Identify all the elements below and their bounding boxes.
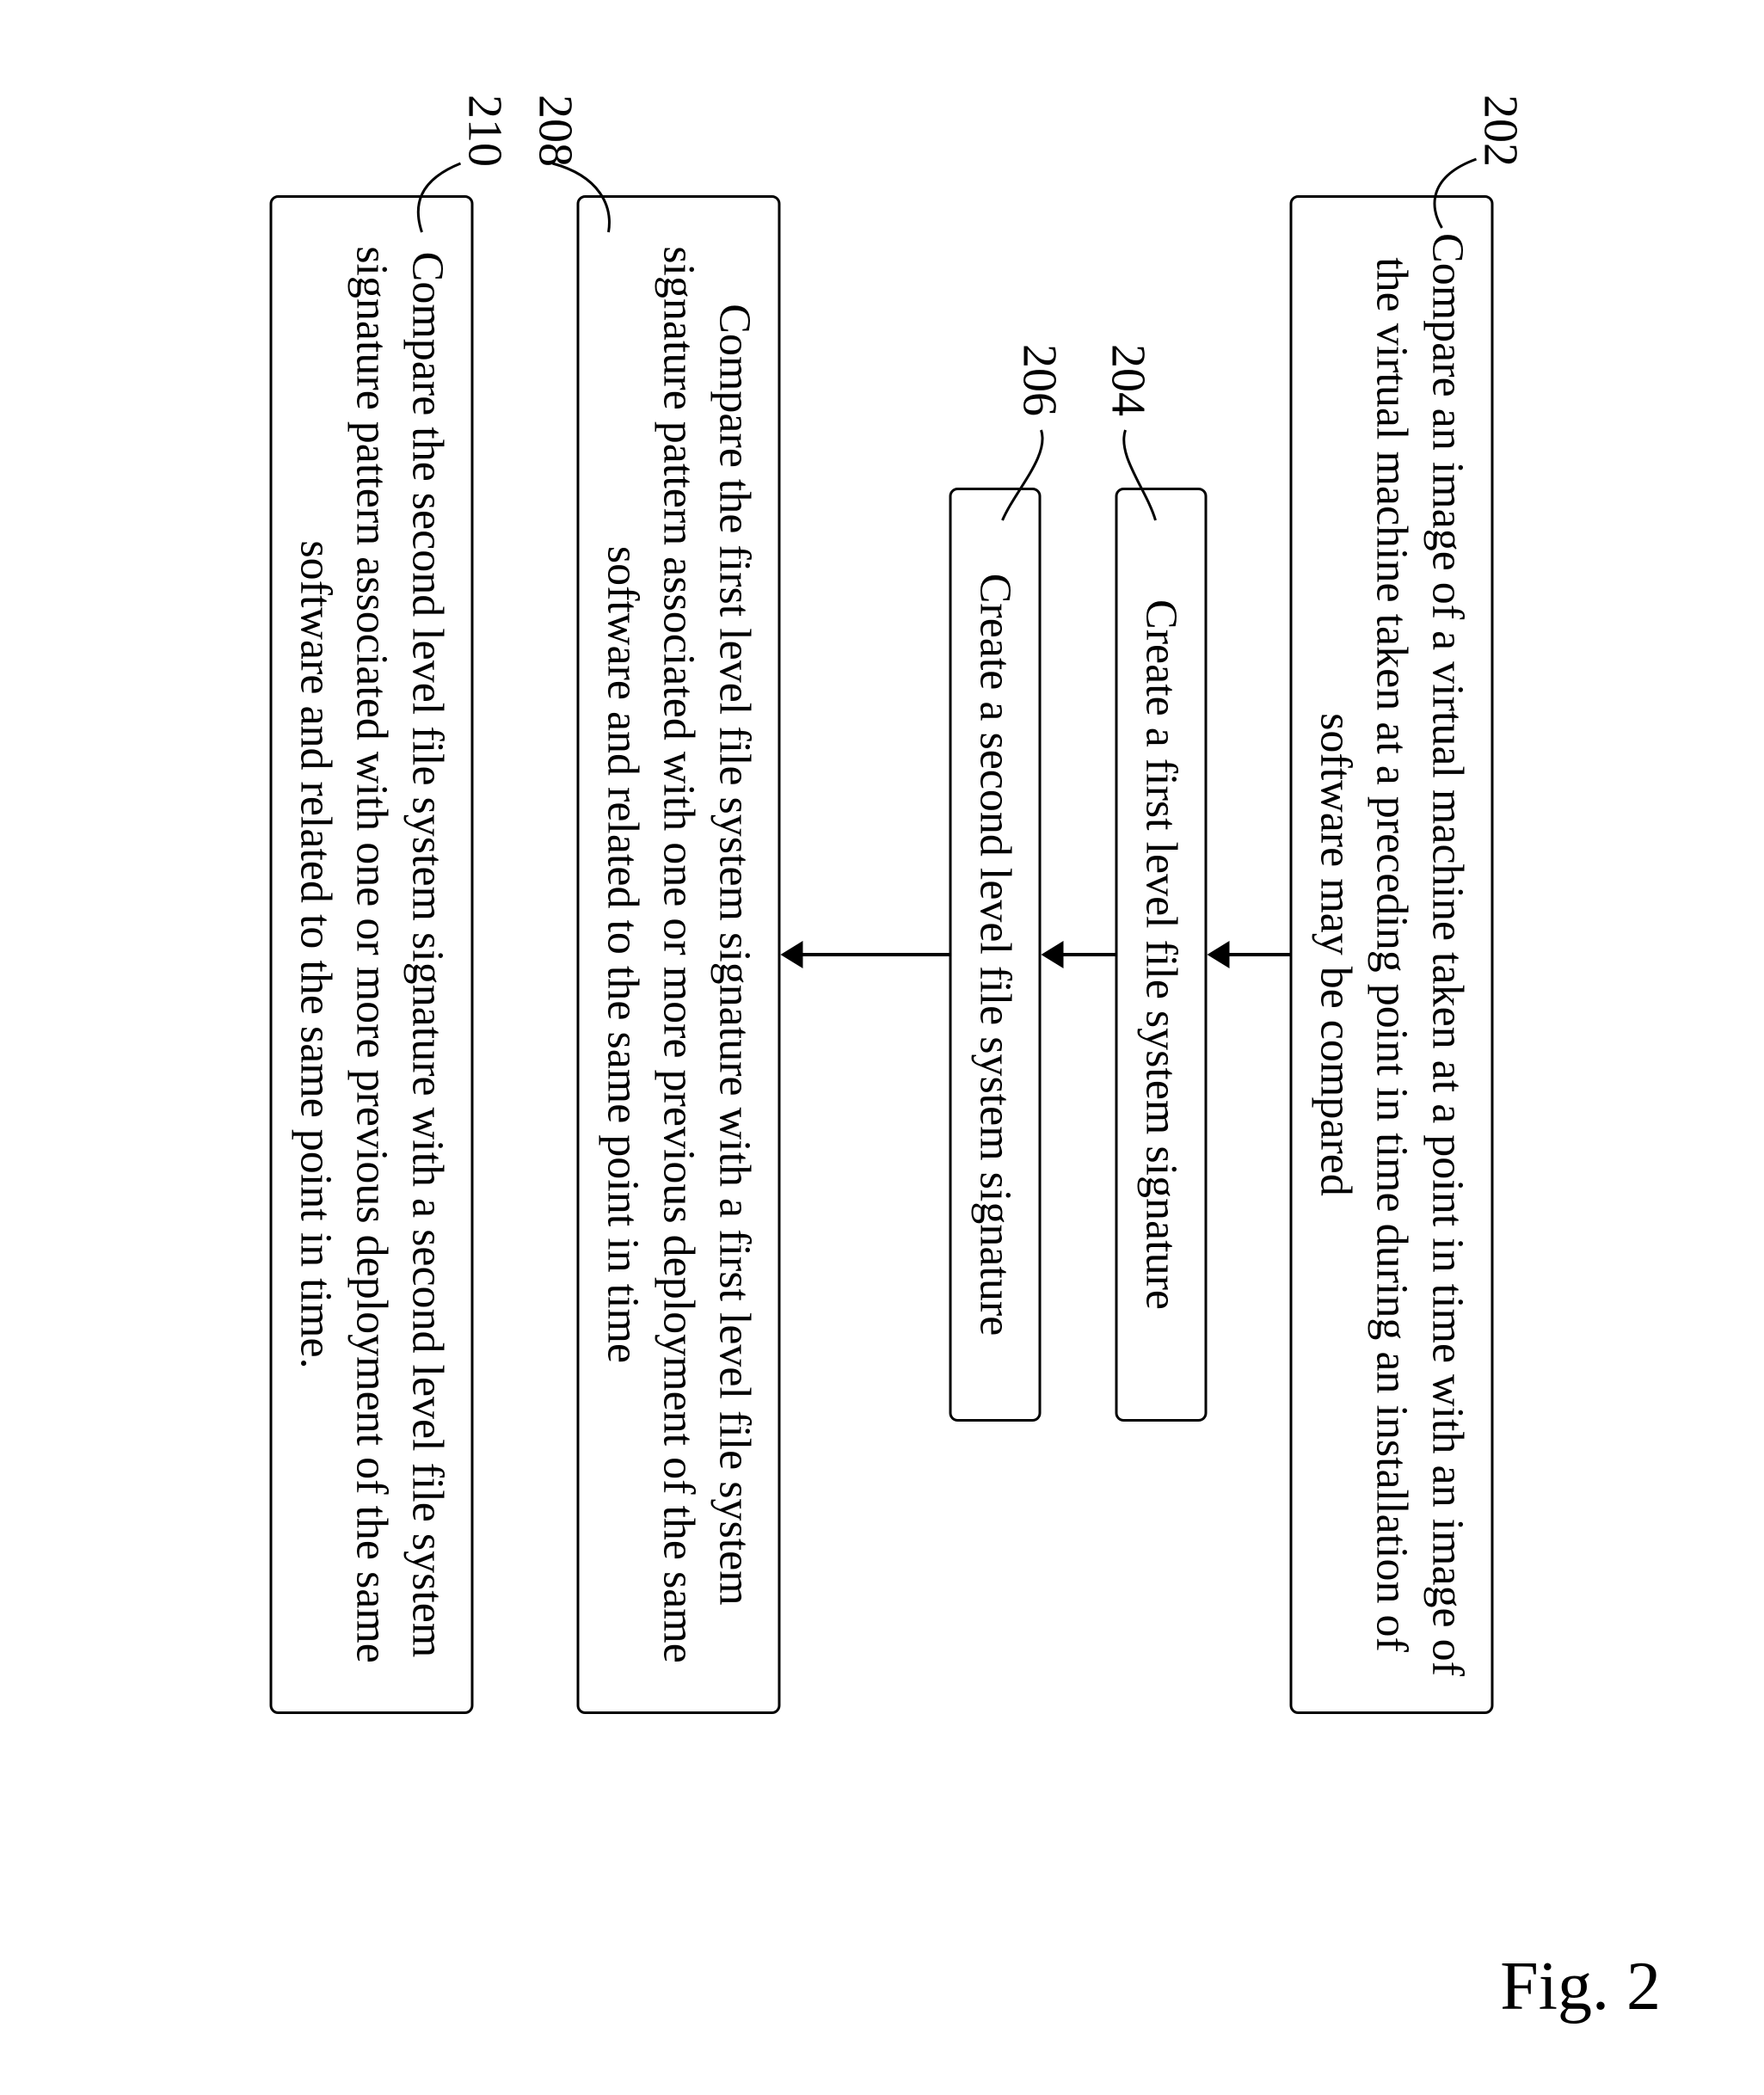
step-row-210: 210 Compare the second level file system…: [270, 138, 474, 1772]
step-text-210: Compare the second level file system sig…: [292, 246, 452, 1663]
step-ref-202: 202: [1473, 95, 1528, 167]
callout-lead-208: [549, 159, 635, 237]
step-row-204: 204 Create a first level file system sig…: [1116, 138, 1208, 1772]
step-ref-206: 206: [1012, 344, 1067, 416]
step-row-206: 206 Create a second level file system si…: [950, 138, 1042, 1772]
step-ref-204: 204: [1101, 344, 1156, 416]
callout-lead-202: [1404, 155, 1481, 232]
step-row-202: 202 Compare an image of a virtual machin…: [1290, 138, 1494, 1772]
step-box-204: Create a first level file system signatu…: [1116, 488, 1208, 1422]
callout-lead-206: [990, 430, 1050, 525]
arrow-204-206: [1042, 941, 1116, 968]
flowchart: 202 Compare an image of a virtual machin…: [270, 138, 1494, 1772]
figure-label: Fig. 2: [1500, 1948, 1661, 2026]
callout-lead-204: [1113, 430, 1165, 525]
callout-lead-210: [388, 159, 465, 237]
step-text-206: Create a second level file system signat…: [971, 574, 1020, 1336]
step-text-208: Compare the first level file system sign…: [599, 246, 759, 1663]
diagram-canvas: 202 Compare an image of a virtual machin…: [0, 0, 1764, 2095]
arrow-206-208: [781, 941, 950, 968]
step-row-208: 208 Compare the first level file system …: [577, 138, 781, 1772]
step-ref-210: 210: [458, 95, 513, 167]
step-box-202: Compare an image of a virtual machine ta…: [1290, 195, 1494, 1714]
step-box-206: Create a second level file system signat…: [950, 488, 1042, 1422]
arrow-202-204: [1208, 941, 1290, 968]
step-text-202: Compare an image of a virtual machine ta…: [1312, 233, 1472, 1676]
step-box-208: Compare the first level file system sign…: [577, 195, 781, 1714]
step-text-204: Create a first level file system signatu…: [1137, 599, 1186, 1310]
step-ref-208: 208: [528, 95, 583, 167]
step-box-210: Compare the second level file system sig…: [270, 195, 474, 1714]
